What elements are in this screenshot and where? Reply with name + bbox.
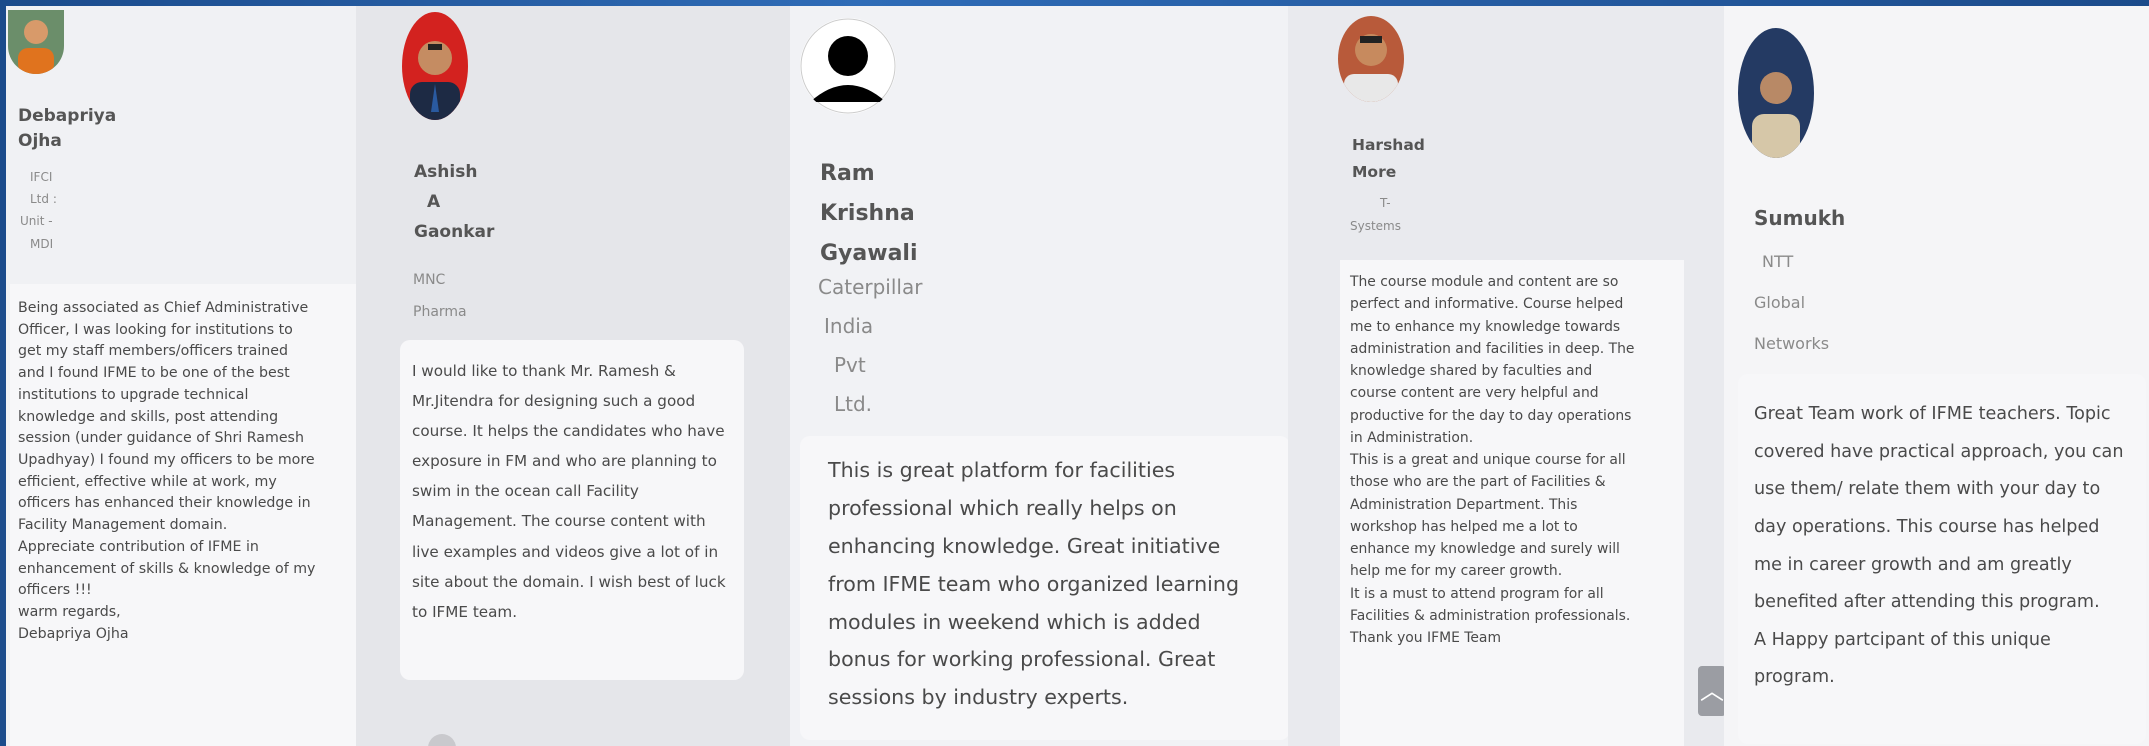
reviewer-name: Harshad More	[1352, 136, 1425, 182]
avatar	[1738, 28, 1814, 158]
testimonial-panel-4: Harshad More T- Systems The course modul…	[1288, 6, 1724, 746]
reviewer-org: IFCI Ltd : Unit - MDI	[20, 170, 57, 251]
avatar	[8, 10, 64, 74]
testimonial-panel-3: ︿ Ram Krishna Gyawali Caterpillar India …	[790, 6, 1288, 746]
avatar	[402, 12, 468, 120]
testimonial-text: Great Team work of IFME teachers. Topic …	[1738, 374, 2146, 744]
reviewer-org: NTT Global Networks	[1754, 252, 1830, 353]
avatar	[1338, 16, 1404, 102]
chevron-up-icon: ︿	[1700, 677, 1724, 705]
reviewer-org: MNC Pharma	[413, 272, 467, 321]
scroll-up-button[interactable]: ︿	[1698, 666, 1724, 716]
reviewer-name: Debapriya Ojha	[18, 106, 117, 151]
testimonial-text: The course module and content are so per…	[1340, 260, 1684, 746]
testimonial-text: Being associated as Chief Administrative…	[10, 284, 356, 746]
reviewer-org: T- Systems	[1350, 196, 1401, 233]
reviewer-org: Caterpillar India Pvt Ltd.	[818, 275, 923, 416]
testimonial-panel-2: Ashish A Gaonkar MNC Pharma I would like…	[356, 6, 790, 746]
testimonial-panel-1: Debapriya Ojha IFCI Ltd : Unit - MDI Bei…	[6, 6, 356, 746]
reviewer-name: Ram Krishna Gyawali	[820, 161, 918, 267]
reviewer-name: Ashish A Gaonkar	[414, 162, 495, 242]
testimonial-text: I would like to thank Mr. Ramesh & Mr.Ji…	[400, 340, 744, 680]
avatar-next	[428, 734, 456, 746]
reviewer-name: Sumukh	[1754, 206, 1846, 230]
testimonial-text: This is great platform for facilities pr…	[800, 436, 1288, 740]
avatar	[800, 18, 896, 114]
testimonial-panel-5: Sumukh NTT Global Networks Great Team wo…	[1724, 6, 2149, 746]
